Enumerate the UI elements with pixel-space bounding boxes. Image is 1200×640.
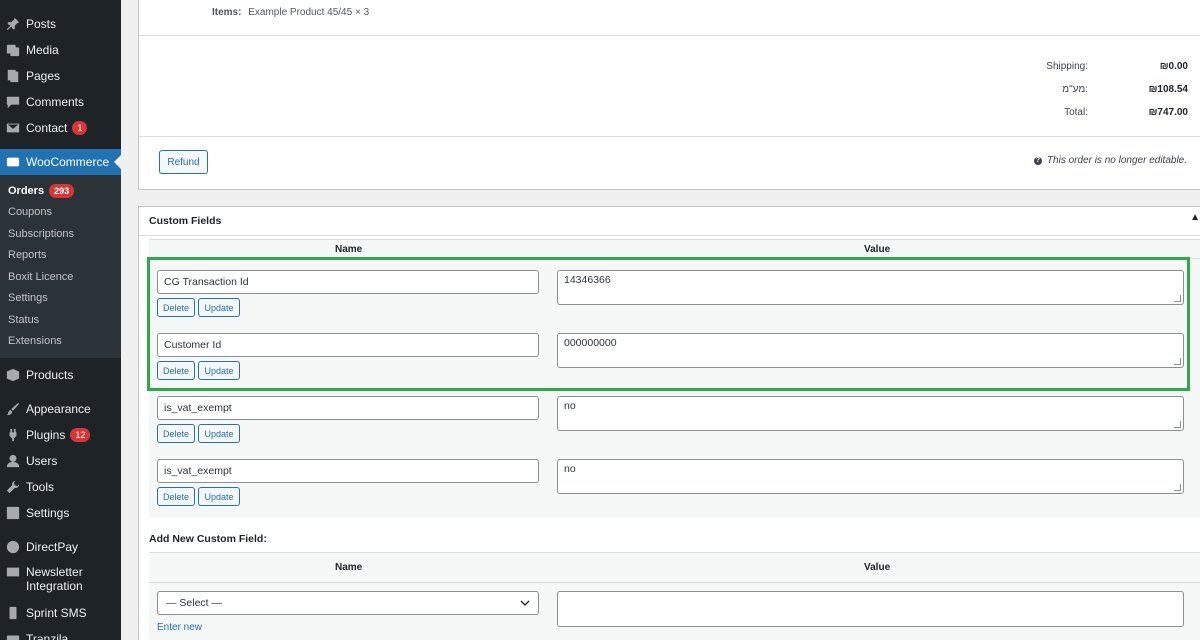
field-value-textarea[interactable]: no: [557, 459, 1184, 494]
order-item-meta: Items: Example Product 45/45 × 3: [212, 7, 369, 18]
phone-icon: [6, 606, 20, 620]
submenu-coupons[interactable]: Coupons: [0, 202, 121, 224]
divider: [139, 136, 1200, 137]
gear-icon: [6, 540, 20, 554]
woocommerce-submenu: Orders 293 Coupons Subscriptions Reports…: [0, 175, 121, 358]
menu-media[interactable]: Media: [0, 37, 121, 63]
total-row-shipping: Shipping: ₪0.00: [1046, 61, 1188, 72]
order-totals: Shipping: ₪0.00 מע"מ: ₪108.54 Total: ₪74…: [988, 55, 1188, 124]
plugins-count-badge: 12: [70, 428, 91, 442]
add-custom-field-title: Add New Custom Field:: [149, 533, 267, 545]
submenu-reports[interactable]: Reports: [0, 245, 121, 267]
divider: [139, 35, 1200, 36]
field-name-input[interactable]: CG Transaction Id: [157, 270, 539, 294]
col-value: Value: [864, 244, 891, 255]
submenu-subscriptions[interactable]: Subscriptions: [0, 223, 121, 245]
field-name-input[interactable]: is_vat_exempt: [157, 459, 539, 483]
custom-fields-header: Name Value: [149, 239, 1200, 259]
delete-button[interactable]: Delete: [157, 361, 195, 380]
custom-field-row: Customer Id 000000000 Delete Update: [149, 333, 1200, 396]
media-icon: [6, 43, 20, 57]
menu-woocommerce[interactable]: WooCommerce: [0, 149, 121, 175]
box-icon: [6, 368, 20, 382]
mail-icon: [6, 121, 20, 135]
custom-fields-title: Custom Fields: [149, 215, 222, 227]
main-content: Items: Example Product 45/45 × 3 Shippin…: [138, 0, 1200, 640]
field-name-input[interactable]: Customer Id: [157, 333, 539, 357]
delete-button[interactable]: Delete: [157, 487, 195, 506]
update-button[interactable]: Update: [198, 487, 240, 506]
brush-icon: [6, 402, 20, 416]
not-editable-notice: ? This order is no longer editable.: [1033, 155, 1187, 166]
plug-icon: [6, 428, 20, 442]
update-button[interactable]: Update: [198, 424, 240, 443]
menu-directpay[interactable]: DirectPay: [0, 534, 121, 560]
collapse-arrow-icon[interactable]: ▲: [1190, 212, 1200, 223]
field-value-textarea[interactable]: no: [557, 396, 1184, 431]
pin-icon: [6, 17, 20, 31]
menu-settings[interactable]: Settings: [0, 500, 121, 526]
pages-icon: [6, 69, 20, 83]
field-name-input[interactable]: is_vat_exempt: [157, 396, 539, 420]
menu-contact[interactable]: Contact 1: [0, 115, 121, 141]
comments-icon: [6, 95, 20, 109]
refund-button[interactable]: Refund: [159, 150, 208, 174]
custom-fields-list: CG Transaction Id 14346366 Delete Update…: [149, 259, 1200, 517]
menu-pages[interactable]: Pages: [0, 63, 121, 89]
divider: [139, 235, 1200, 236]
submenu-extensions[interactable]: Extensions: [0, 331, 121, 353]
menu-products[interactable]: Products: [0, 362, 121, 388]
orders-count-badge: 293: [49, 183, 75, 198]
menu-users[interactable]: Users: [0, 448, 121, 474]
submenu-orders[interactable]: Orders 293: [0, 180, 121, 202]
delete-button[interactable]: Delete: [157, 424, 195, 443]
custom-field-row: is_vat_exempt no Delete Update: [149, 396, 1200, 459]
field-value-textarea[interactable]: 000000000: [557, 333, 1184, 368]
user-icon: [6, 454, 20, 468]
custom-fields-panel: Custom Fields ▲ Name Value CG Transactio…: [138, 206, 1200, 640]
woo-icon: [6, 155, 20, 169]
field-value-textarea[interactable]: 14346366: [557, 270, 1184, 305]
menu-plugins[interactable]: Plugins 12: [0, 422, 121, 448]
update-button[interactable]: Update: [198, 361, 240, 380]
contact-count-badge: 1: [72, 121, 88, 135]
submenu-settings[interactable]: Settings: [0, 288, 121, 310]
update-button[interactable]: Update: [198, 298, 240, 317]
custom-field-row: CG Transaction Id 14346366 Delete Update: [149, 270, 1200, 333]
items-value: Example Product 45/45 × 3: [248, 7, 370, 18]
menu-posts[interactable]: Posts: [0, 11, 121, 37]
order-items-panel: Items: Example Product 45/45 × 3 Shippin…: [138, 0, 1200, 190]
meta-key-select[interactable]: — Select —: [157, 591, 539, 615]
col-name: Name: [335, 244, 363, 255]
delete-button[interactable]: Delete: [157, 298, 195, 317]
add-custom-field-form: Name Value — Select — Enter new: [149, 552, 1200, 640]
menu-tranzila[interactable]: Tranzila: [0, 626, 121, 640]
total-row-vat: מע"מ: ₪108.54: [1062, 84, 1188, 95]
meta-value-textarea[interactable]: [557, 591, 1184, 627]
add-field-header: Name Value: [149, 553, 1200, 583]
card-icon: [6, 632, 20, 640]
custom-field-row: is_vat_exempt no Delete Update: [149, 459, 1200, 522]
mail-icon: [6, 565, 20, 579]
menu-tools[interactable]: Tools: [0, 474, 121, 500]
settings-icon: [6, 506, 20, 520]
help-icon: ?: [1033, 156, 1042, 165]
enter-new-link[interactable]: Enter new: [157, 622, 202, 633]
menu-appearance[interactable]: Appearance: [0, 396, 121, 422]
chevron-down-icon: [520, 600, 530, 606]
menu-newsletter-integration[interactable]: Newsletter Integration: [0, 560, 121, 600]
submenu-status[interactable]: Status: [0, 309, 121, 331]
col-value: Value: [864, 562, 891, 573]
wrench-icon: [6, 480, 20, 494]
col-name: Name: [335, 562, 363, 573]
items-label: Items:: [212, 7, 242, 18]
total-row-total: Total: ₪747.00: [1064, 107, 1188, 118]
menu-comments[interactable]: Comments: [0, 89, 121, 115]
submenu-boxit-licence[interactable]: Boxit Licence: [0, 266, 121, 288]
menu-sprint-sms[interactable]: Sprint SMS: [0, 600, 121, 626]
admin-sidebar: Posts Media Pages Comments Contact 1 Woo…: [0, 0, 121, 640]
